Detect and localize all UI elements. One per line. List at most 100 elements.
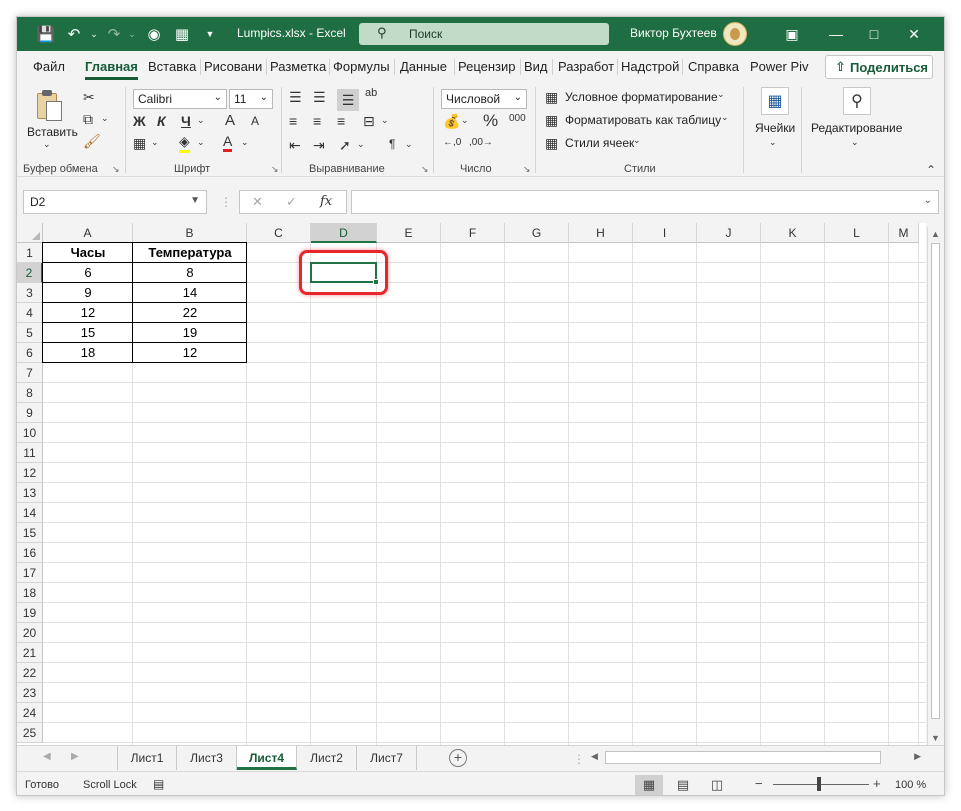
minimize-icon[interactable]: — [823,23,849,45]
page-layout-view-icon[interactable]: ▤ [669,775,697,795]
align-center-icon[interactable]: ≡ [313,113,321,129]
cell-styles-icon[interactable]: ▦ [545,135,558,152]
currency-dropdown-icon[interactable]: ⌄ [461,115,469,126]
copy-icon[interactable]: ⧉ [83,111,93,128]
row-header-18[interactable]: 18 [17,583,43,603]
scroll-left-icon[interactable]: ◀ [591,751,598,762]
row-header-8[interactable]: 8 [17,383,43,403]
font-launcher-icon[interactable]: ↘ [271,164,279,175]
cells-dropdown-icon[interactable]: ⌄ [769,137,777,148]
column-header-d[interactable]: D [311,223,377,243]
row-header-7[interactable]: 7 [17,363,43,383]
paste-dropdown-icon[interactable]: ⌄ [43,139,51,150]
undo-icon[interactable]: ↶ [65,25,83,43]
editing-dropdown-icon[interactable]: ⌄ [851,137,859,148]
cell-styles-dropdown-icon[interactable]: ⌄ [633,135,641,146]
row-header-1[interactable]: 1 [17,243,43,263]
enter-icon[interactable]: ✓ [286,194,297,210]
bold-button[interactable]: Ж [133,113,146,129]
orientation-icon[interactable]: ➚ [339,137,351,154]
decrease-decimal-icon[interactable]: ,00→ [469,137,493,148]
tab-developer[interactable]: Разработ [558,59,614,74]
sheet-tab-list2[interactable]: Лист2 [297,746,357,770]
cancel-icon[interactable]: ✕ [252,194,263,210]
number-format-select[interactable]: Числовой ⌄ [441,89,527,109]
redo-dropdown-icon[interactable]: ⌄ [123,25,141,43]
grow-font-button[interactable]: A [225,112,235,129]
undo-dropdown-icon[interactable]: ⌄ [85,25,103,43]
increase-indent-icon[interactable]: ⇥ [313,137,325,154]
paste-icon[interactable] [35,89,65,123]
cells-icon[interactable]: ▦ [761,87,789,115]
insert-function-icon[interactable]: fx [320,194,332,209]
format-painter-icon[interactable]: 🖌 [83,133,101,150]
customize-qat-icon[interactable]: ▼ [201,25,219,43]
format-as-table-button[interactable]: Форматировать как таблицу [565,113,721,127]
macro-record-icon[interactable]: ▤ [153,777,164,791]
column-header-a[interactable]: A [43,223,133,243]
text-direction-icon[interactable]: ¶ [389,137,395,151]
save-icon[interactable]: 💾 [37,25,56,43]
tab-formulas[interactable]: Формулы [333,59,390,74]
row-header-2[interactable]: 2 [17,263,43,283]
row-header-23[interactable]: 23 [17,683,43,703]
avatar[interactable] [723,22,747,46]
zoom-slider[interactable] [773,784,869,785]
font-name-select[interactable]: Calibri ⌄ [133,89,227,109]
row-header-22[interactable]: 22 [17,663,43,683]
row-header-15[interactable]: 15 [17,523,43,543]
alignment-launcher-icon[interactable]: ↘ [421,164,429,175]
row-header-10[interactable]: 10 [17,423,43,443]
column-header-l[interactable]: L [825,223,889,243]
italic-button[interactable]: К [157,113,166,129]
clipboard-launcher-icon[interactable]: ↘ [112,164,120,175]
column-header-g[interactable]: G [505,223,569,243]
column-header-j[interactable]: J [697,223,761,243]
column-header-k[interactable]: K [761,223,825,243]
row-header-16[interactable]: 16 [17,543,43,563]
cut-icon[interactable]: ✂ [83,89,95,106]
cells-button[interactable]: Ячейки [755,121,795,135]
align-right-icon[interactable]: ≡ [337,113,345,129]
font-size-select[interactable]: 11 ⌄ [229,89,273,109]
sheet-tab-list1[interactable]: Лист1 [117,746,177,770]
row-header-5[interactable]: 5 [17,323,43,343]
conditional-dropdown-icon[interactable]: ⌄ [717,89,725,100]
sheet-tab-list7[interactable]: Лист7 [357,746,417,770]
tab-file[interactable]: Файл [33,59,65,74]
user-name[interactable]: Виктор Бухтеев [630,26,717,40]
column-header-f[interactable]: F [441,223,505,243]
align-top-icon[interactable]: ☰ [289,89,302,106]
row-header-20[interactable]: 20 [17,623,43,643]
row-header-9[interactable]: 9 [17,403,43,423]
form-icon[interactable]: ▦ [173,25,191,43]
formula-input[interactable]: ⌄ [351,190,939,214]
tab-home[interactable]: Главная [85,59,138,80]
row-header-12[interactable]: 12 [17,463,43,483]
underline-button[interactable]: Ч [181,113,191,129]
add-sheet-button[interactable]: + [449,749,467,767]
column-header-h[interactable]: H [569,223,633,243]
search-box[interactable]: ⚲ Поиск [359,23,609,45]
number-launcher-icon[interactable]: ↘ [523,164,531,175]
zoom-slider-thumb[interactable] [817,777,821,791]
column-header-b[interactable]: B [133,223,247,243]
worksheet-grid[interactable]: A B C D E F G H I J K L M 1 2 3 4 5 6 7 8 9 10 11 12 13 14 15 16 17 18… [17,223,926,745]
conditional-formatting-button[interactable]: Условное форматирование [565,90,718,104]
row-header-11[interactable]: 11 [17,443,43,463]
column-header-m[interactable]: M [889,223,919,243]
scroll-down-icon[interactable]: ▼ [931,733,940,743]
row-header-25[interactable]: 25 [17,723,43,743]
select-all-button[interactable] [17,223,43,243]
shrink-font-button[interactable]: A [251,114,259,128]
align-bottom-icon[interactable]: ☰ [337,89,359,111]
font-color-icon[interactable]: A [223,133,233,152]
next-sheet-icon[interactable]: ▶ [71,751,79,762]
font-color-dropdown-icon[interactable]: ⌄ [241,137,249,148]
copy-dropdown-icon[interactable]: ⌄ [101,113,109,124]
row-header-24[interactable]: 24 [17,703,43,723]
share-button[interactable]: ⇧ Поделиться [825,55,933,79]
fill-color-icon[interactable]: ◈ [179,133,190,153]
row-header-14[interactable]: 14 [17,503,43,523]
ribbon-display-icon[interactable]: ▣ [779,23,805,45]
